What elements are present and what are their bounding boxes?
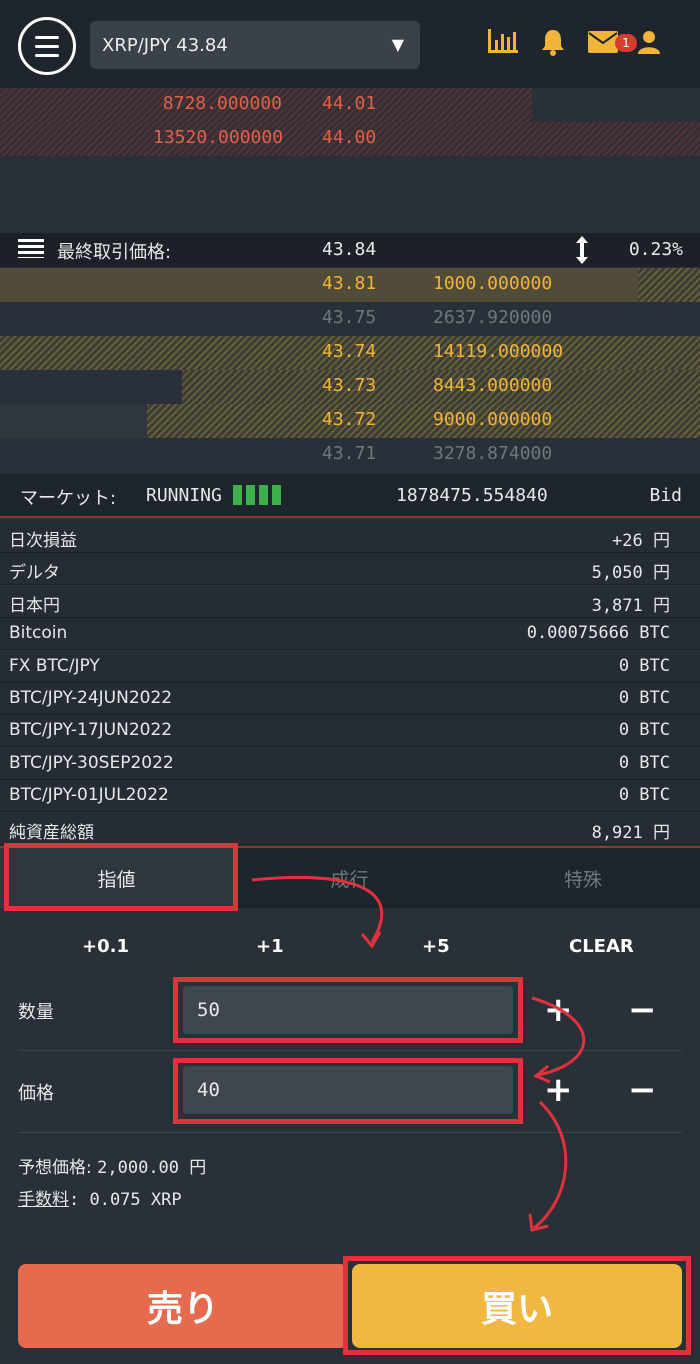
annotation-arrows <box>251 875 586 1232</box>
